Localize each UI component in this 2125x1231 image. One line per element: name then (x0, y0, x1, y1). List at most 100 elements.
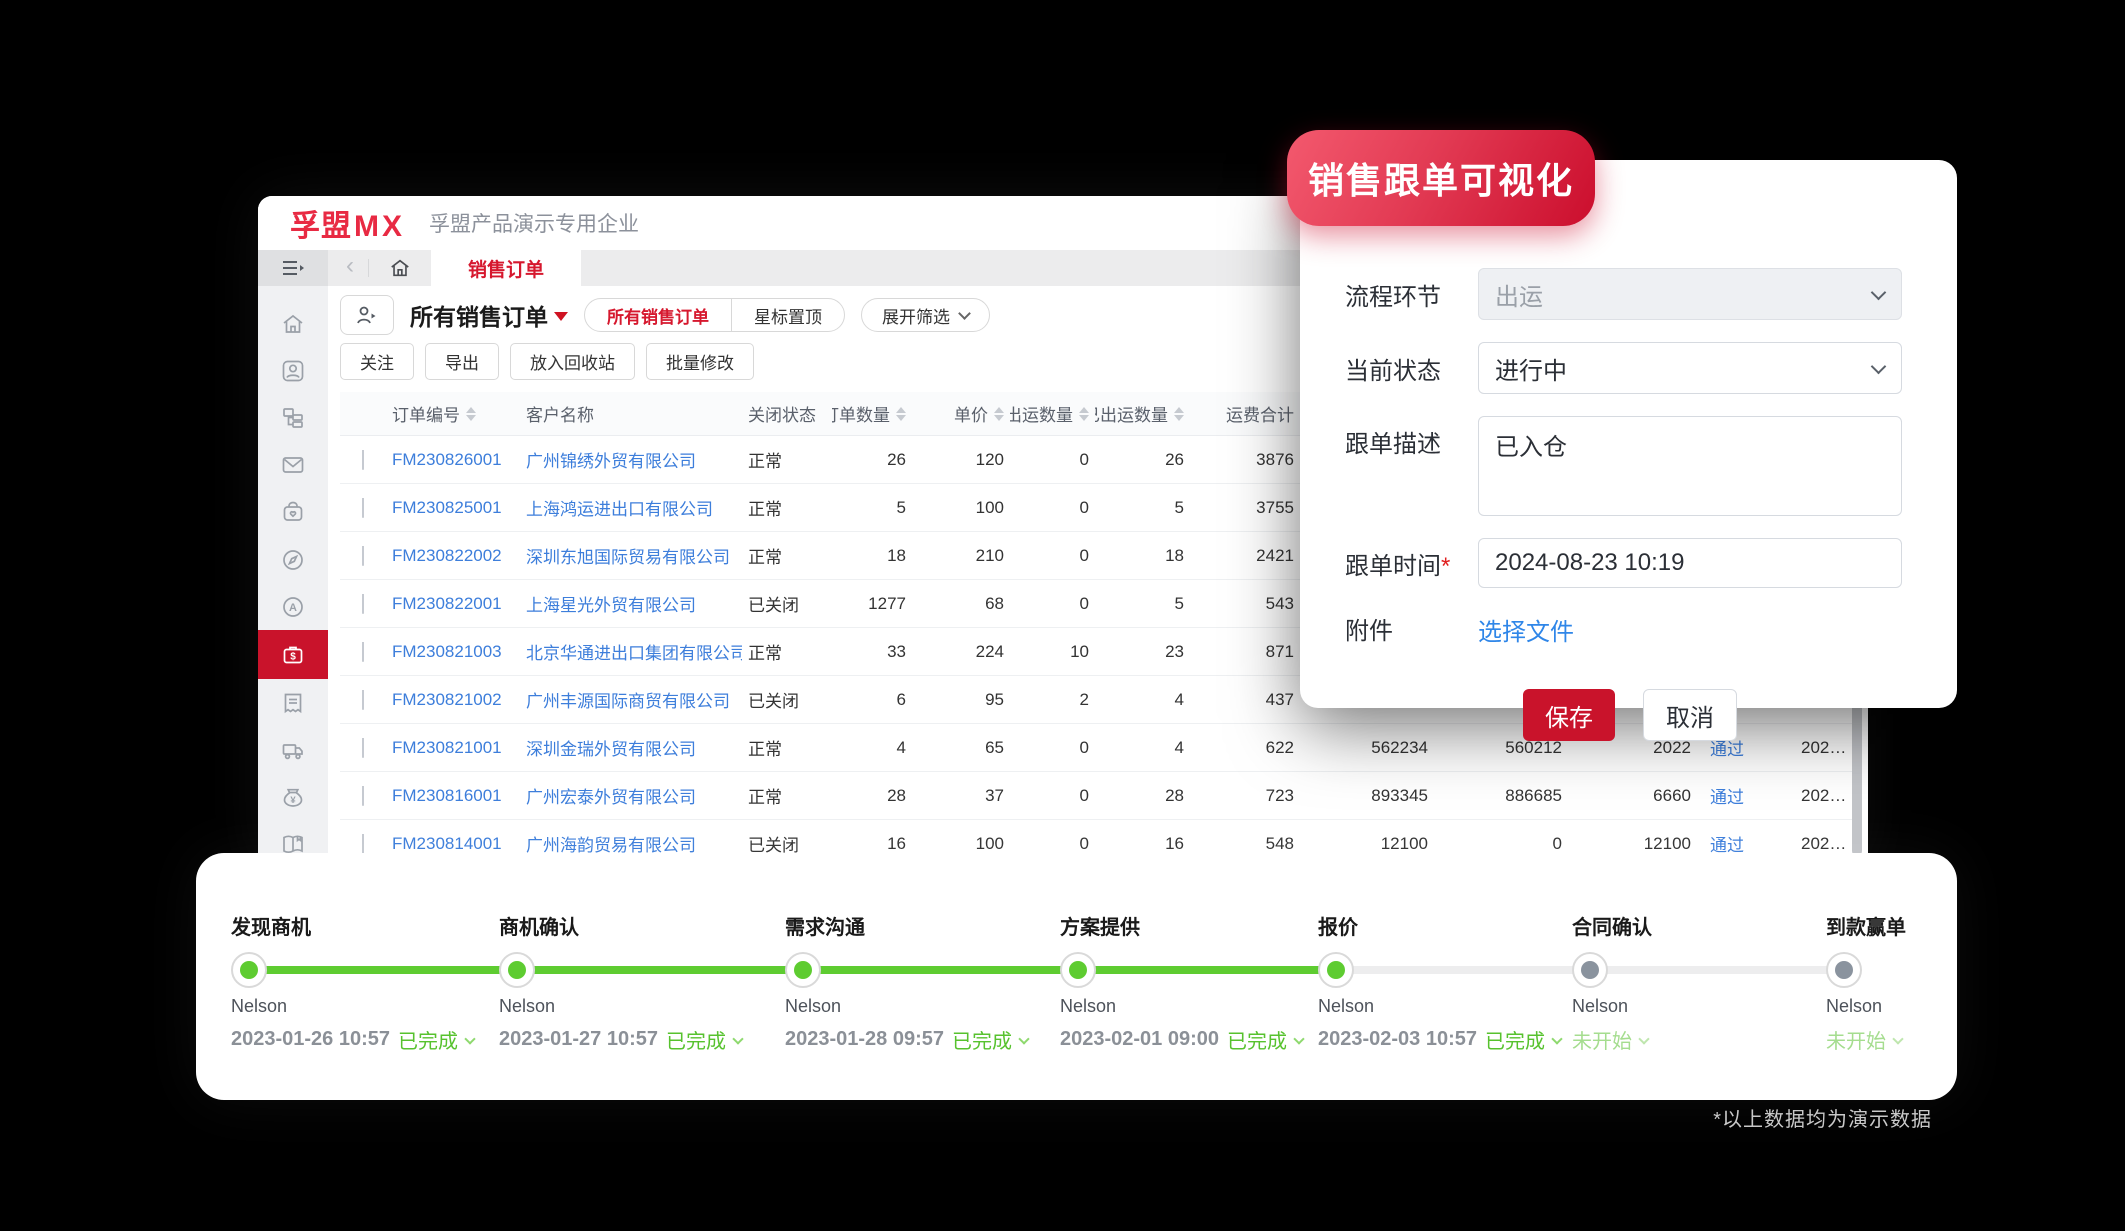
sidebar-item-sales-orders[interactable]: $ (258, 630, 328, 679)
table-cell: 437 (1190, 690, 1300, 710)
row-checkbox[interactable] (362, 498, 364, 518)
table-cell: 5 (1095, 498, 1190, 518)
stage-status-dropdown[interactable]: 已完成 (666, 1025, 726, 1054)
column-header[interactable]: 已出运数量 (1101, 401, 1184, 426)
column-header[interactable]: 订单编号 (392, 401, 514, 426)
sort-icon[interactable] (466, 407, 476, 421)
table-cell (340, 594, 386, 614)
batch-edit-button[interactable]: 批量修改 (646, 343, 754, 380)
table-cell: 26 (1095, 450, 1190, 470)
order-number-link[interactable]: FM230821001 (386, 738, 520, 758)
panel-title-badge: 销售跟单可视化 (1287, 130, 1595, 226)
stage-status-dropdown[interactable]: 已完成 (1227, 1025, 1287, 1054)
sidebar-item-products[interactable] (258, 489, 328, 536)
stage-status-dropdown[interactable]: 已完成 (398, 1025, 458, 1054)
table-cell: 2421 (1190, 546, 1300, 566)
stage-status-dropdown[interactable]: 已完成 (1485, 1025, 1545, 1054)
segment-starred[interactable]: 星标置顶 (732, 299, 844, 331)
time-input[interactable]: 2024-08-23 10:19 (1478, 538, 1902, 588)
follow-button[interactable]: 关注 (340, 343, 414, 380)
row-checkbox[interactable] (362, 594, 364, 614)
money-bag-icon: ¥ (280, 784, 306, 810)
order-number-link[interactable]: FM230821002 (386, 690, 520, 710)
order-number-link[interactable]: FM230825001 (386, 498, 520, 518)
home-button[interactable] (369, 257, 431, 279)
sort-icon[interactable] (1174, 407, 1184, 421)
sort-icon[interactable] (896, 407, 906, 421)
row-checkbox[interactable] (362, 738, 364, 758)
table-cell: 224 (912, 642, 1010, 662)
table-cell: 1277 (832, 594, 912, 614)
view-title-dropdown[interactable]: 所有销售订单 (410, 298, 568, 332)
demo-data-footnote: *以上数据均为演示数据 (1713, 1103, 1932, 1132)
person-arrow-icon (354, 304, 380, 326)
recycle-bin-button[interactable]: 放入回收站 (510, 343, 635, 380)
stage-time: 2023-01-28 09:57 (785, 1028, 944, 1051)
description-textarea[interactable]: 已入仓 (1478, 416, 1902, 516)
cancel-button[interactable]: 取消 (1643, 689, 1737, 741)
sidebar-item-receipts[interactable] (258, 679, 328, 726)
current-status-select[interactable]: 进行中 (1478, 342, 1902, 394)
process-step-value: 出运 (1495, 277, 1543, 312)
column-header[interactable]: 未出运数量 (1016, 401, 1089, 426)
row-checkbox[interactable] (362, 546, 364, 566)
sort-icon[interactable] (994, 407, 1004, 421)
description-label: 跟单描述 (1345, 416, 1478, 459)
sidebar-item-shipping[interactable] (258, 727, 328, 774)
row-checkbox[interactable] (362, 786, 364, 806)
back-button[interactable]: ‹ (328, 252, 368, 284)
choose-file-link[interactable]: 选择文件 (1478, 610, 1902, 647)
stage-status-dropdown[interactable]: 已完成 (952, 1025, 1012, 1054)
stage-owner: Nelson (1826, 996, 1882, 1017)
sidebar-collapse-button[interactable] (258, 250, 328, 286)
table-cell: 0 (1010, 594, 1095, 614)
expand-filter-button[interactable]: 展开筛选 (861, 298, 990, 332)
stage-status-dropdown[interactable]: 未开始 (1826, 1025, 1886, 1054)
sales-order-icon: $ (280, 642, 306, 668)
sidebar-item-finance[interactable]: ¥ (258, 774, 328, 821)
stage-dot-icon (785, 952, 821, 988)
user-icon (280, 358, 306, 384)
export-button[interactable]: 导出 (425, 343, 499, 380)
row-checkbox[interactable] (362, 690, 364, 710)
order-number-link[interactable]: FM230821003 (386, 642, 520, 662)
table-cell: 0 (1010, 786, 1095, 806)
tab-nav: ‹ (328, 250, 431, 286)
column-header[interactable]: 订单数量 (838, 401, 906, 426)
timeline-connector (802, 966, 1077, 974)
order-number-link[interactable]: FM230816001 (386, 786, 520, 806)
table-cell: 28 (1095, 786, 1190, 806)
customer-name: 广州丰源国际商贸有限公司 (520, 687, 742, 712)
stage-label: 报价 (1318, 911, 1358, 940)
sales-timeline-card: 发现商机Nelson2023-01-26 10:57已完成商机确认Nelson2… (196, 853, 1957, 1100)
row-checkbox[interactable] (362, 834, 364, 854)
order-number-link[interactable]: FM230814001 (386, 834, 520, 854)
sidebar-item-mail[interactable] (258, 442, 328, 489)
table-cell (340, 834, 386, 854)
table-cell: 5 (1095, 594, 1190, 614)
sidebar-item-home[interactable] (258, 300, 328, 347)
stage-status-dropdown[interactable]: 未开始 (1572, 1025, 1632, 1054)
sidebar-item-organization[interactable] (258, 394, 328, 441)
row-checkbox[interactable] (362, 642, 364, 662)
save-button[interactable]: 保存 (1523, 689, 1615, 741)
sort-icon[interactable] (1079, 407, 1089, 421)
segment-all-orders[interactable]: 所有销售订单 (585, 299, 732, 331)
table-cell (340, 738, 386, 758)
compass-icon (280, 547, 306, 573)
order-number-link[interactable]: FM230822002 (386, 546, 520, 566)
process-step-select[interactable]: 出运 (1478, 268, 1902, 320)
chevron-down-icon (1638, 1033, 1649, 1044)
table-cell: 723 (1190, 786, 1300, 806)
sidebar-item-contacts[interactable] (258, 347, 328, 394)
table-cell (340, 450, 386, 470)
tab-sales-order[interactable]: 销售订单 (431, 250, 581, 286)
row-checkbox[interactable] (362, 450, 364, 470)
sidebar-item-assistant[interactable]: A (258, 583, 328, 630)
owner-filter-button[interactable] (340, 295, 394, 335)
column-header[interactable]: 单价 (918, 401, 1004, 426)
order-number-link[interactable]: FM230826001 (386, 450, 520, 470)
sidebar-item-discover[interactable] (258, 536, 328, 583)
approval-status-link[interactable]: 通过 (1697, 783, 1757, 808)
order-number-link[interactable]: FM230822001 (386, 594, 520, 614)
